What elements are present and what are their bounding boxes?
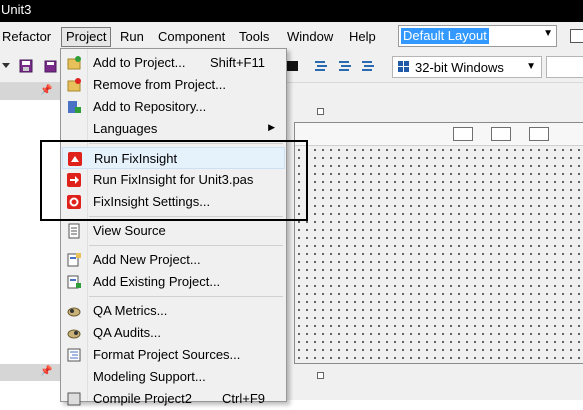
save-icon[interactable] [18, 58, 34, 74]
menu-component[interactable]: Component [153, 28, 230, 46]
menu-item-view-source[interactable]: View Source [62, 220, 285, 242]
window-title: Unit3 [1, 2, 32, 17]
left-pane: 📌 📌 [0, 83, 62, 400]
resize-handle[interactable] [317, 372, 324, 379]
project-menu: Add to Project... Shift+F11 Remove from … [60, 48, 287, 406]
platform-combo[interactable]: 32-bit Windows ▼ [392, 56, 542, 78]
menu-item-add-to-project[interactable]: Add to Project... Shift+F11 [62, 52, 285, 74]
pane-header: 📌 [0, 364, 62, 381]
menu-item-label: QA Audits... [93, 325, 161, 340]
menu-item-label: Add to Repository... [93, 99, 207, 114]
submenu-arrow-icon: ▶ [268, 122, 275, 132]
add-existing-project-icon [67, 275, 81, 289]
annotation-callout-box [40, 140, 308, 221]
menu-item-qa-audits[interactable]: QA Audits... [62, 322, 285, 344]
menu-window[interactable]: Window [282, 28, 338, 46]
menu-tools[interactable]: Tools [234, 28, 274, 46]
menu-item-label: Add Existing Project... [93, 274, 221, 289]
resize-handle[interactable] [317, 108, 324, 115]
platform-label: 32-bit Windows [415, 60, 504, 75]
windows-icon [398, 61, 409, 72]
menu-item-label: Languages [93, 121, 158, 136]
menu-item-label: QA Metrics... [93, 303, 168, 318]
menu-run[interactable]: Run [115, 28, 149, 46]
layout-combo[interactable]: Default Layout ▼ [398, 25, 557, 47]
maximize-icon[interactable] [491, 127, 511, 141]
window-control-icon[interactable] [570, 29, 583, 43]
save-all-icon[interactable] [42, 58, 58, 74]
chevron-down-icon: ▼ [543, 28, 553, 39]
menu-item-compile-project[interactable]: Compile Project2 Ctrl+F9 [62, 388, 285, 410]
pane-header: 📌 [0, 83, 62, 100]
add-to-project-icon [67, 56, 81, 70]
remove-from-project-icon [67, 78, 81, 92]
stop-icon[interactable] [285, 58, 301, 74]
menu-item-label: View Source [93, 223, 166, 238]
config-combo[interactable] [546, 56, 583, 78]
add-new-project-icon [67, 253, 81, 267]
menu-item-shortcut: Ctrl+F9 [222, 391, 265, 406]
close-icon[interactable] [529, 127, 549, 141]
menu-separator [89, 296, 283, 297]
menu-item-label: Remove from Project... [93, 77, 226, 92]
menu-item-label: Add to Project... [93, 55, 186, 70]
add-to-repository-icon [68, 101, 81, 113]
menu-item-label: Add New Project... [93, 252, 201, 267]
menu-item-qa-metrics[interactable]: QA Metrics... [62, 300, 285, 322]
dropdown-arrow-icon[interactable] [0, 58, 16, 74]
menu-item-add-existing-project[interactable]: Add Existing Project... [62, 271, 285, 293]
menu-separator [89, 245, 283, 246]
title-bar: Unit3 [0, 0, 583, 22]
menu-item-label: Format Project Sources... [93, 347, 241, 362]
view-source-icon [68, 223, 80, 239]
menu-item-modeling-support[interactable]: Modeling Support... [62, 366, 285, 388]
menu-item-languages[interactable]: Languages ▶ [62, 118, 285, 140]
menu-item-add-to-repository[interactable]: Add to Repository... [62, 96, 285, 118]
form-window[interactable] [294, 122, 583, 364]
qa-metrics-icon [67, 307, 81, 317]
format-sources-icon [67, 348, 81, 362]
layout-combo-value: Default Layout [401, 28, 489, 44]
pin-icon[interactable]: 📌 [40, 85, 52, 96]
menu-item-format-project-sources[interactable]: Format Project Sources... [62, 344, 285, 366]
menu-refactor[interactable]: Refactor [0, 28, 56, 46]
menu-item-shortcut: Shift+F11 [209, 55, 265, 70]
menu-item-label: Compile Project2 [93, 391, 192, 406]
qa-audits-icon [67, 329, 81, 339]
compile-icon [67, 392, 81, 406]
menu-item-label: Modeling Support... [93, 369, 206, 384]
menu-item-add-new-project[interactable]: Add New Project... [62, 249, 285, 271]
menu-project[interactable]: Project [61, 27, 112, 47]
minimize-icon[interactable] [453, 127, 473, 141]
step-over-icon[interactable] [313, 58, 329, 74]
menu-help[interactable]: Help [344, 28, 381, 46]
pin-icon[interactable]: 📌 [40, 366, 52, 377]
run-to-cursor-icon[interactable] [360, 58, 376, 74]
menu-item-remove-from-project[interactable]: Remove from Project... [62, 74, 285, 96]
form-caption [295, 123, 583, 146]
trace-into-icon[interactable] [337, 58, 353, 74]
form-grid[interactable] [295, 146, 583, 363]
chevron-down-icon: ▼ [526, 61, 536, 72]
